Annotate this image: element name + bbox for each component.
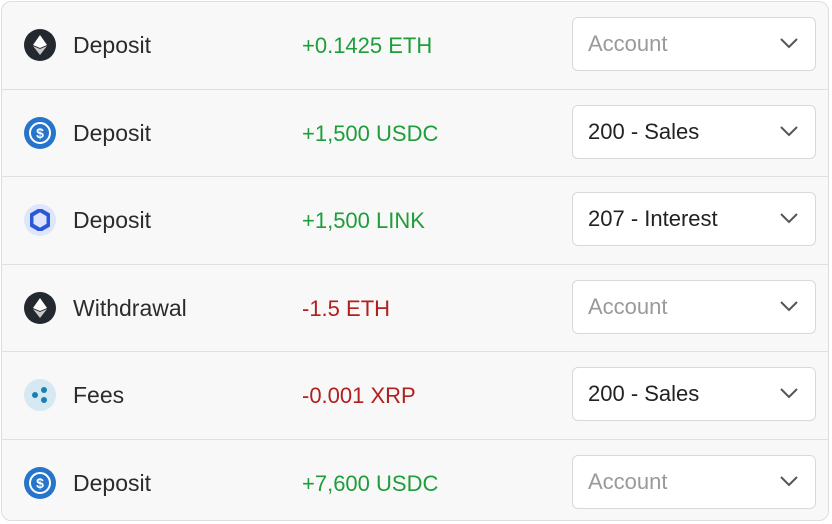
chainlink-icon (24, 204, 56, 236)
account-select[interactable]: 200 - Sales (572, 367, 816, 421)
usdc-icon: $ (24, 466, 56, 499)
chevron-down-icon (780, 300, 798, 311)
account-select-value: 200 - Sales (588, 381, 700, 406)
account-select-value: 207 - Interest (588, 206, 718, 231)
transactions-table: Deposit +0.1425 ETH Account $ Deposit +1… (1, 1, 829, 521)
usdc-icon: $ (24, 116, 56, 149)
account-select-value: Account (588, 293, 668, 319)
svg-text:$: $ (36, 125, 44, 141)
transaction-type: Deposit (73, 32, 151, 58)
transaction-row: Withdrawal -1.5 ETH Account (2, 265, 828, 352)
account-select[interactable]: Account (572, 454, 816, 509)
transaction-amount: -1.5 ETH (302, 295, 391, 321)
transaction-amount: +0.1425 ETH (302, 33, 433, 58)
chevron-down-icon (780, 125, 798, 136)
transaction-row: $ Deposit +7,600 USDC Account (2, 440, 828, 521)
account-select[interactable]: Account (572, 17, 816, 71)
transaction-type: Deposit (73, 207, 151, 233)
chevron-down-icon (780, 213, 798, 224)
ethereum-icon (24, 291, 56, 324)
chevron-down-icon (780, 38, 798, 49)
account-select[interactable]: 200 - Sales (572, 104, 816, 159)
chevron-down-icon (780, 475, 798, 486)
transaction-amount: -0.001 XRP (302, 383, 416, 408)
transaction-type: Deposit (73, 119, 151, 146)
ethereum-icon (24, 29, 56, 61)
transaction-amount: +1,500 USDC (302, 120, 439, 146)
transaction-row: Fees -0.001 XRP 200 - Sales (2, 352, 828, 440)
transaction-row: Deposit +1,500 LINK 207 - Interest (2, 177, 828, 265)
xrp-icon (24, 379, 56, 411)
account-select-value: Account (588, 31, 668, 56)
svg-text:$: $ (36, 475, 44, 491)
transaction-type: Deposit (73, 469, 151, 496)
transaction-row: $ Deposit +1,500 USDC 200 - Sales (2, 90, 828, 177)
transaction-row: Deposit +0.1425 ETH Account (2, 2, 828, 90)
transaction-amount: +7,600 USDC (302, 470, 439, 496)
transaction-type: Withdrawal (73, 294, 187, 321)
transaction-amount: +1,500 LINK (302, 208, 425, 233)
chevron-down-icon (780, 388, 798, 399)
account-select[interactable]: Account (572, 279, 816, 334)
account-select[interactable]: 207 - Interest (572, 192, 816, 246)
transaction-type: Fees (73, 382, 125, 408)
account-select-value: Account (588, 468, 668, 494)
account-select-value: 200 - Sales (588, 118, 700, 144)
